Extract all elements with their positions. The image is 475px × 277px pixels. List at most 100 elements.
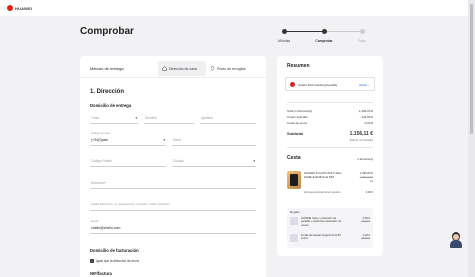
step-dot-payment — [360, 29, 365, 34]
summary-row-label: Cupón aplicado — [287, 115, 308, 119]
billing-same-label: Igual que la dirección de envío — [96, 259, 140, 263]
step-label-bag[interactable]: Mi bolsa — [278, 39, 290, 43]
coupon-icon — [290, 82, 295, 87]
product-price-block: 1.299,00 € 1.299,00 € ×1 — [360, 171, 373, 183]
summary-divider — [287, 102, 373, 103]
cart-count-text: 1 artículo(s) — [357, 157, 373, 161]
summary-row-coupon: Cupón aplicado - 142,89 € — [287, 115, 373, 119]
service-price: 0,00 € — [365, 191, 373, 194]
email-input[interactable]: Email chelle@vhello.com — [90, 219, 256, 234]
gift-price-block: 0,00 €79,00 € — [361, 217, 370, 224]
tab-home-delivery-label: Dirección de casa — [169, 66, 197, 71]
product-name: HUAWEI Pura 80 Ultra 5 años 16GB+512GB D… — [304, 171, 342, 179]
tab-pickup-point[interactable]: Punto de recogida — [206, 61, 258, 76]
cart-product[interactable]: HUAWEI Pura 80 Ultra 5 años 16GB+512GB D… — [287, 171, 373, 201]
checkout-progress: Mi bolsa Comprobar Pago — [278, 28, 370, 48]
summary-row-shipping: Coste de envío 0,00 € — [287, 121, 373, 125]
brand-logo[interactable]: HUAWEI — [7, 5, 32, 11]
top-navigation-bar: HUAWEI — [0, 0, 468, 16]
summary-title: Resumen — [287, 63, 310, 69]
address-detail-placeholder: Detalle adicional (p. ej., departamento,… — [91, 203, 170, 206]
cart-count: 1 artículo(s) — [287, 157, 373, 161]
phone-input[interactable]: Móvil — [172, 136, 256, 146]
postal-code-placeholder: Código Postal — [91, 159, 112, 163]
page-title: Comprobar — [80, 26, 134, 37]
step-dot-bag — [282, 29, 287, 34]
chevron-down-icon: ▾ — [135, 116, 137, 120]
coupon-edit-label: Editar — [359, 83, 368, 87]
summary-row-label: Coste de envío — [287, 121, 308, 125]
gift-old-price: 79,00 € — [361, 220, 370, 224]
tab-pickup-point-label: Punto de recogida — [217, 66, 246, 71]
phone-placeholder: Móvil — [173, 138, 181, 142]
summary-row-value: - 142,89 € — [359, 115, 373, 119]
brand-name: HUAWEI — [15, 5, 33, 11]
page-scrollbar[interactable] — [468, 0, 475, 277]
tax-note-text: (IVA 21 % incluido) — [349, 138, 373, 142]
delivery-method-row: Método de entrega Dirección de casa Punt… — [80, 56, 266, 78]
nif-section-title: NIF/factura — [90, 271, 112, 276]
surname-placeholder: Apellido — [201, 116, 213, 120]
product-qty: ×1 — [369, 179, 373, 183]
location-pin-icon — [210, 66, 215, 71]
address-section-title: 1. Dirección — [90, 89, 125, 95]
gift-title: Regalo — [290, 210, 300, 214]
gift-image — [290, 217, 298, 225]
postal-code-input[interactable]: Código Postal — [90, 157, 166, 167]
gift-price-block: 0,00 €39,00 € — [361, 234, 370, 241]
city-placeholder: Ciudad — [173, 159, 184, 163]
cart-divider — [287, 147, 373, 148]
city-select[interactable]: Ciudad ▾ — [172, 157, 256, 167]
summary-card: Resumen Cupón 11% Inspiring benefits Edi… — [277, 56, 383, 256]
address-input[interactable]: Dirección* — [90, 179, 256, 189]
address-card: Método de entrega Dirección de casa Punt… — [80, 56, 266, 277]
avatar-body — [450, 240, 462, 248]
delivery-method-label: Método de entrega — [90, 66, 124, 71]
tab-home-delivery[interactable]: Dirección de casa — [158, 61, 206, 76]
email-caption: Email — [91, 219, 98, 223]
tax-note: (IVA 21 % incluido) — [287, 138, 373, 142]
first-name-input[interactable]: Nombre — [144, 114, 194, 124]
chevron-down-icon: ▾ — [253, 159, 255, 163]
step-label-payment: Pago — [358, 39, 366, 43]
billing-address-title: Domicilio de facturación — [90, 248, 139, 253]
house-icon — [162, 66, 167, 71]
gift-old-price: 39,00 € — [361, 237, 370, 241]
subtotal-label: Subtotal — [287, 131, 303, 136]
checkbox-checked-icon: ✓ — [90, 259, 94, 263]
country-code-value: (+34)Spain — [91, 138, 109, 142]
gift-name: Funda de Huawei Vegana Pura 80 series — [301, 234, 341, 241]
coupon-edit-link[interactable]: Editar › — [359, 83, 369, 87]
progress-line-done — [284, 31, 324, 32]
step-label-checkout: Comprobar — [315, 39, 333, 43]
service-name: Entrega estándar Envío gratuito — [304, 191, 341, 194]
surname-input[interactable]: Apellido — [200, 114, 256, 124]
gift-name: HUAWEI Care+: protección de pantalla + a… — [301, 217, 342, 227]
subtotal-row: Subtotal 1.156,11 € — [287, 131, 373, 137]
summary-row-value: 1.299,00 € — [358, 109, 373, 113]
summary-row-label: Total (1 Artículo(s)) — [287, 109, 313, 113]
first-name-placeholder: Nombre — [145, 116, 157, 120]
title-select[interactable]: Título ▾ — [90, 114, 138, 124]
gift-box: Regalo HUAWEI Care+: protección de panta… — [287, 208, 373, 248]
summary-row-value: 0,00 € — [364, 121, 373, 125]
address-detail-input[interactable]: Detalle adicional (p. ej., departamento,… — [90, 201, 256, 211]
shipping-address-title: Domicilio de entrega — [90, 103, 132, 108]
scrollbar-thumb[interactable] — [470, 4, 473, 134]
chat-assistant-avatar[interactable] — [449, 232, 463, 248]
step-dot-checkout — [322, 29, 327, 34]
progress-line-pending — [324, 31, 362, 32]
gift-image — [290, 234, 298, 242]
country-code-select[interactable]: Código de país (+34)Spain ▾ — [90, 131, 166, 146]
coupon-text: Cupón 11% Inspiring benefits — [298, 83, 337, 87]
title-select-placeholder: Título — [91, 116, 100, 120]
chevron-down-icon: ▾ — [163, 138, 165, 142]
country-code-caption: Código de país — [91, 131, 110, 135]
email-value: chelle@vhello.com — [91, 226, 121, 230]
huawei-logo-icon — [7, 5, 13, 11]
summary-row-total: Total (1 Artículo(s)) 1.299,00 € — [287, 109, 373, 113]
address-placeholder: Dirección* — [91, 181, 107, 185]
billing-same-checkbox[interactable]: ✓ Igual que la dirección de envío — [90, 259, 139, 263]
coupon-box: Cupón 11% Inspiring benefits Editar › — [285, 77, 375, 91]
subtotal-value: 1.156,11 € — [349, 131, 373, 137]
